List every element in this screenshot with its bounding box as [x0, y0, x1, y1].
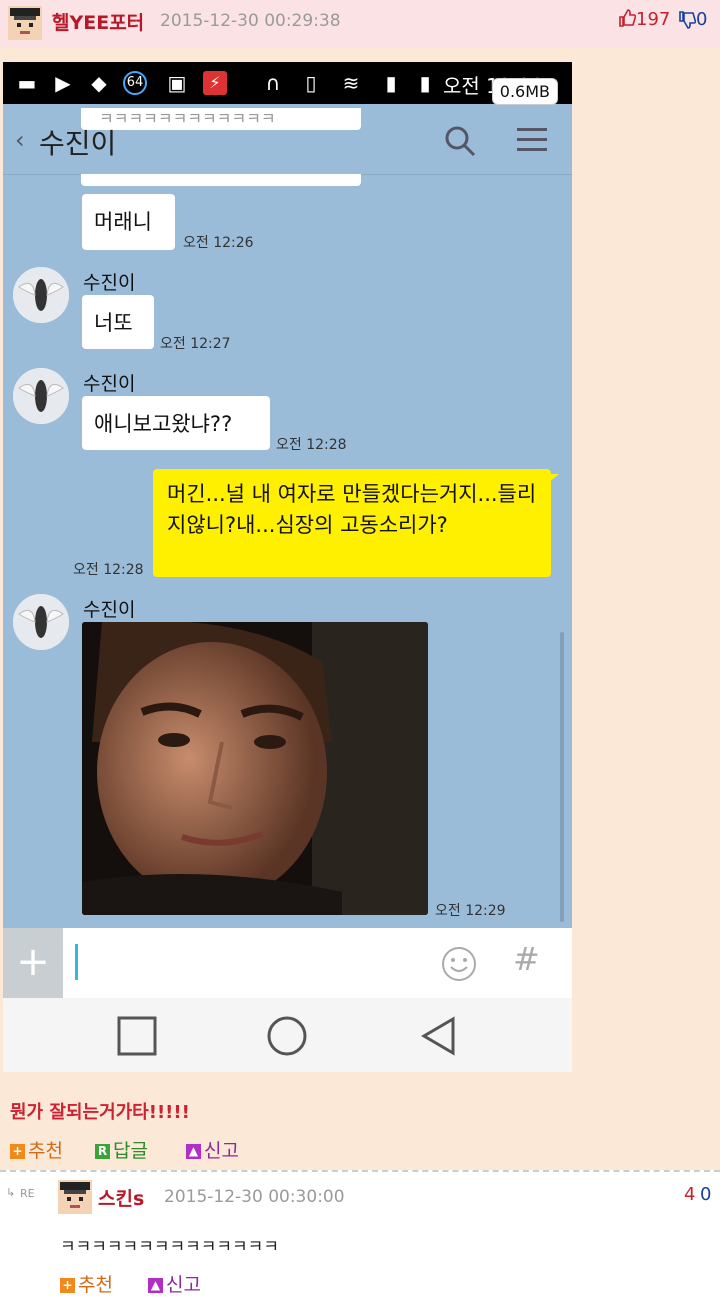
message-time: 오전 12:28: [73, 562, 144, 578]
siren-icon: ▲: [186, 1144, 201, 1159]
profile-photo-icon: [13, 368, 69, 424]
my-message-bubble: 머긴...널 내 여자로 만들겠다는거지...들리지않니?내...심장의 고동소…: [153, 469, 551, 577]
profile-photo-icon: [13, 594, 69, 650]
post-comment-text: 뭔가 잘되는거가타!!!!!: [10, 1102, 190, 1123]
chat-scrollbar[interactable]: [560, 632, 564, 922]
partial-bubble: [81, 174, 361, 186]
bubble-tail: [547, 474, 559, 484]
back-nav-icon[interactable]: [419, 1016, 459, 1056]
message-bubble: 너또: [82, 295, 154, 349]
post-author[interactable]: 헬YEE포터: [52, 8, 144, 35]
vibrate-icon: ▯: [305, 71, 317, 95]
image-message[interactable]: [82, 622, 428, 915]
chat-room-name: 수진이: [39, 127, 117, 160]
profile-avatar[interactable]: [13, 368, 69, 424]
sender-name: 수진이: [83, 599, 136, 621]
chat-title-bar: ㅋㅋㅋㅋㅋㅋㅋㅋㅋㅋㅋㅋ ‹ 수진이: [3, 104, 572, 174]
sender-name: 수진이: [83, 272, 136, 294]
message-bubble: 애니보고왔냐??: [82, 396, 270, 450]
post-header: 헬YEE포터 2015-12-30 00:29:38 197 0: [0, 0, 720, 48]
profile-avatar[interactable]: [13, 594, 69, 650]
android-nav-bar: [3, 998, 572, 1072]
pill-icon: ◆: [91, 71, 107, 95]
recents-icon[interactable]: [117, 1016, 157, 1056]
reply-up-count[interactable]: 4: [684, 1184, 695, 1205]
size-badge: 0.6MB: [491, 78, 558, 105]
app-icon: ⚡: [203, 71, 227, 95]
reply-author[interactable]: 스킨s: [98, 1184, 144, 1211]
user-avatar-icon: [8, 6, 42, 40]
message-time: 오전 12:26: [183, 235, 254, 251]
search-icon[interactable]: [443, 124, 477, 158]
signal-icon: ▮: [385, 71, 397, 95]
headset-icon: ∩: [265, 71, 281, 95]
attach-plus-button[interactable]: +: [3, 928, 63, 998]
chat-screenshot: ▬ ▶ ◆ 64 ▣ ⚡ ∩ ▯ ≋ ▮ ▮ 오전 12:29 0.6MB ㅋㅋ…: [3, 62, 572, 1072]
back-icon[interactable]: ‹: [15, 126, 25, 154]
reply-recommend-button[interactable]: + 추천: [60, 1270, 113, 1297]
siren-icon: ▲: [148, 1278, 163, 1293]
reply-icon: R: [95, 1144, 110, 1159]
reply-arrow-icon: ↳: [6, 1186, 16, 1199]
downvote-count[interactable]: 0: [678, 9, 707, 30]
reply-divider: [0, 1170, 720, 1172]
report-button[interactable]: ▲ 신고: [186, 1136, 239, 1163]
reply-comment: ↳ RE 스킨s 2015-12-30 00:30:00 4 0 ㅋㅋㅋㅋㅋㅋㅋ…: [0, 1170, 720, 1298]
reply-down-count[interactable]: 0: [700, 1184, 711, 1205]
message-time: 오전 12:28: [276, 437, 347, 453]
message-input[interactable]: [75, 944, 78, 980]
plus-icon: +: [60, 1278, 75, 1293]
profile-avatar[interactable]: [13, 267, 69, 323]
profile-photo-icon: [13, 267, 69, 323]
battery-icon: ▮: [419, 71, 431, 95]
plus-icon: +: [10, 1144, 25, 1159]
reply-button[interactable]: R 답글: [95, 1136, 148, 1163]
message-icon: ▬: [17, 71, 37, 95]
phone-status-bar: ▬ ▶ ◆ 64 ▣ ⚡ ∩ ▯ ≋ ▮ ▮ 오전 12:29 0.6MB: [3, 62, 572, 105]
chat-input-bar: + #: [3, 928, 572, 998]
wifi-icon: ≋: [342, 71, 360, 95]
message-time: 오전 12:29: [435, 903, 506, 919]
reply-timestamp: 2015-12-30 00:30:00: [164, 1187, 345, 1207]
reply-report-button[interactable]: ▲ 신고: [148, 1270, 201, 1297]
post-timestamp: 2015-12-30 00:29:38: [160, 11, 341, 31]
thumbs-down-icon: [679, 11, 697, 29]
message-bubble: 머래니: [82, 194, 175, 250]
partial-bubble-top: ㅋㅋㅋㅋㅋㅋㅋㅋㅋㅋㅋㅋ: [81, 108, 361, 130]
play-icon: ▶: [55, 71, 71, 95]
image-icon: ▣: [167, 71, 187, 95]
home-icon[interactable]: [266, 1015, 308, 1057]
reply-text: ㅋㅋㅋㅋㅋㅋㅋㅋㅋㅋㅋㅋㅋㅋ: [60, 1237, 279, 1257]
user-avatar-icon: [58, 1180, 92, 1214]
upvote-count[interactable]: 197: [618, 9, 670, 30]
hash-button[interactable]: #: [513, 940, 540, 978]
man-face-photo: [82, 622, 428, 915]
sender-name: 수진이: [83, 373, 136, 395]
menu-icon[interactable]: [517, 126, 547, 154]
thumbs-up-icon: [619, 9, 637, 27]
badge-64-icon: 64: [123, 71, 147, 95]
emoticon-icon[interactable]: [441, 946, 477, 982]
re-label: RE: [20, 1187, 35, 1200]
recommend-button[interactable]: + 추천: [10, 1136, 63, 1163]
message-time: 오전 12:27: [160, 336, 231, 352]
